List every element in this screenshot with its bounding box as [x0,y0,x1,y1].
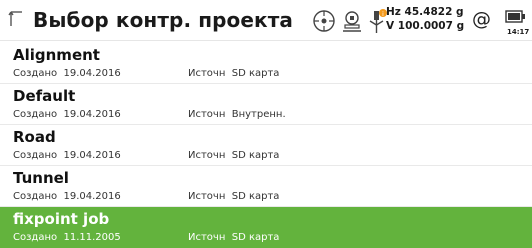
job-name: Road [13,128,56,146]
page-title: Выбор контр. проекта [33,8,294,32]
at-icon[interactable]: @ [472,8,491,30]
instrument-icon[interactable] [340,9,364,37]
created-info: Создано 19.04.2016 [13,109,121,120]
prism-pole-icon[interactable]: i [366,8,388,38]
list-item[interactable]: Road Создано 19.04.2016 Источн SD карта [0,125,532,166]
list-item-selected[interactable]: fixpoint job Создано 11.11.2005 Источн S… [0,207,532,248]
clock: 14:17 [507,28,530,36]
list-item[interactable]: Tunnel Создано 19.04.2016 Источн SD карт… [0,166,532,207]
source-info: Источн SD карта [188,232,280,243]
angle-readout: Hz 45.4822 g V 100.0007 g [386,5,464,33]
list-item[interactable]: Alignment Создано 19.04.2016 Источн SD к… [0,43,532,84]
created-info: Создано 19.04.2016 [13,150,121,161]
battery-icon [505,9,527,29]
list-item[interactable]: Default Создано 19.04.2016 Источн Внутре… [0,84,532,125]
v-value: V 100.0007 g [386,20,465,32]
target-icon[interactable] [312,9,336,37]
source-info: Источн SD карта [188,191,280,202]
job-name: fixpoint job [13,210,110,228]
header-bar: Выбор контр. проекта i Hz 45.4822 g V 10… [0,0,532,41]
job-name: Tunnel [13,169,69,187]
job-name: Alignment [13,46,100,64]
created-info: Создано 19.04.2016 [13,68,121,79]
source-info: Источн Внутренн. [188,109,286,120]
created-info: Создано 19.04.2016 [13,191,121,202]
job-list: Alignment Создано 19.04.2016 Источн SD к… [0,43,532,248]
source-info: Источн SD карта [188,150,280,161]
source-info: Источн SD карта [188,68,280,79]
hz-value: Hz 45.4822 g [386,6,464,18]
job-name: Default [13,87,76,105]
created-info: Создано 11.11.2005 [13,232,121,243]
back-icon[interactable] [8,10,24,28]
